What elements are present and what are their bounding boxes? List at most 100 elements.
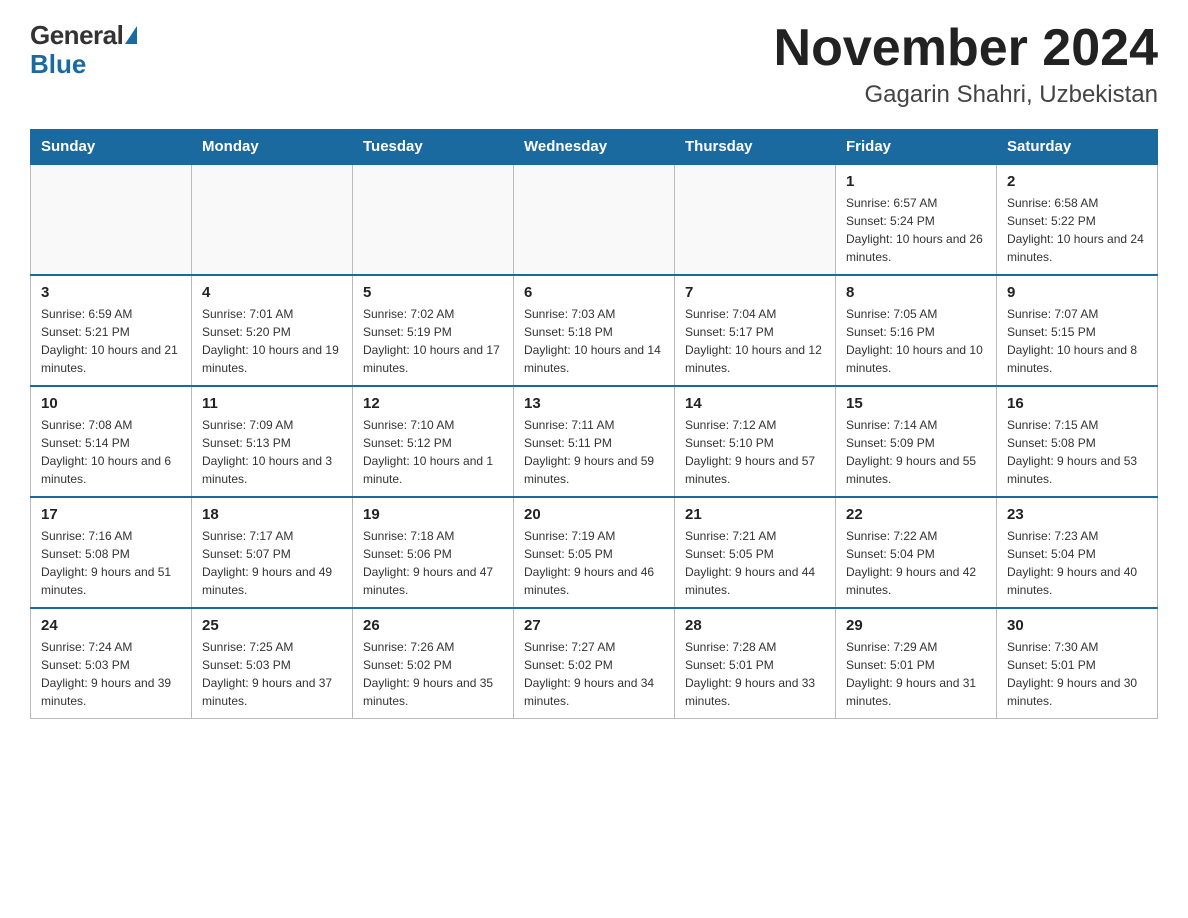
calendar-cell: 1 Sunrise: 6:57 AM Sunset: 5:24 PM Daylig…: [836, 164, 997, 275]
day-info: Sunrise: 7:05 AM Sunset: 5:16 PM Dayligh…: [846, 305, 986, 377]
calendar-cell: 18 Sunrise: 7:17 AM Sunset: 5:07 PM Dayli…: [192, 497, 353, 608]
calendar-cell: 7 Sunrise: 7:04 AM Sunset: 5:17 PM Daylig…: [675, 275, 836, 386]
calendar-cell: 23 Sunrise: 7:23 AM Sunset: 5:04 PM Dayli…: [997, 497, 1158, 608]
day-info: Sunrise: 7:19 AM Sunset: 5:05 PM Dayligh…: [524, 527, 664, 599]
day-number: 17: [41, 506, 181, 523]
calendar-week-row: 10 Sunrise: 7:08 AM Sunset: 5:14 PM Dayli…: [31, 386, 1158, 497]
day-info: Sunrise: 6:57 AM Sunset: 5:24 PM Dayligh…: [846, 194, 986, 266]
weekday-header-thursday: Thursday: [675, 130, 836, 165]
calendar-cell: 2Sunrise: 6:58 AM Sunset: 5:22 PM Daylig…: [997, 164, 1158, 275]
day-number: 16: [1007, 395, 1147, 412]
day-number: 10: [41, 395, 181, 412]
calendar-cell: 11 Sunrise: 7:09 AM Sunset: 5:13 PM Dayli…: [192, 386, 353, 497]
calendar-cell: 27Sunrise: 7:27 AM Sunset: 5:02 PM Dayli…: [514, 608, 675, 719]
calendar-cell: 28 Sunrise: 7:28 AM Sunset: 5:01 PM Dayli…: [675, 608, 836, 719]
calendar-week-row: 24Sunrise: 7:24 AM Sunset: 5:03 PM Dayli…: [31, 608, 1158, 719]
day-info: Sunrise: 7:29 AM Sunset: 5:01 PM Dayligh…: [846, 638, 986, 710]
day-number: 12: [363, 395, 503, 412]
day-info: Sunrise: 7:02 AM Sunset: 5:19 PM Dayligh…: [363, 305, 503, 377]
day-info: Sunrise: 7:03 AM Sunset: 5:18 PM Dayligh…: [524, 305, 664, 377]
calendar-cell: [31, 164, 192, 275]
weekday-header-friday: Friday: [836, 130, 997, 165]
calendar-week-row: 17 Sunrise: 7:16 AM Sunset: 5:08 PM Dayli…: [31, 497, 1158, 608]
day-info: Sunrise: 7:15 AM Sunset: 5:08 PM Dayligh…: [1007, 416, 1147, 488]
day-info: Sunrise: 7:21 AM Sunset: 5:05 PM Dayligh…: [685, 527, 825, 599]
day-info: Sunrise: 7:14 AM Sunset: 5:09 PM Dayligh…: [846, 416, 986, 488]
day-number: 25: [202, 617, 342, 634]
title-section: November 2024 Gagarin Shahri, Uzbekistan: [774, 20, 1158, 109]
calendar-table: SundayMondayTuesdayWednesdayThursdayFrid…: [30, 129, 1158, 719]
weekday-header-wednesday: Wednesday: [514, 130, 675, 165]
day-info: Sunrise: 7:30 AM Sunset: 5:01 PM Dayligh…: [1007, 638, 1147, 710]
day-info: Sunrise: 7:28 AM Sunset: 5:01 PM Dayligh…: [685, 638, 825, 710]
calendar-cell: 14Sunrise: 7:12 AM Sunset: 5:10 PM Dayli…: [675, 386, 836, 497]
calendar-cell: [192, 164, 353, 275]
weekday-header-tuesday: Tuesday: [353, 130, 514, 165]
calendar-cell: 19 Sunrise: 7:18 AM Sunset: 5:06 PM Dayli…: [353, 497, 514, 608]
day-number: 29: [846, 617, 986, 634]
calendar-week-row: 1 Sunrise: 6:57 AM Sunset: 5:24 PM Daylig…: [31, 164, 1158, 275]
day-info: Sunrise: 7:04 AM Sunset: 5:17 PM Dayligh…: [685, 305, 825, 377]
day-info: Sunrise: 7:24 AM Sunset: 5:03 PM Dayligh…: [41, 638, 181, 710]
day-number: 23: [1007, 506, 1147, 523]
day-number: 6: [524, 284, 664, 301]
calendar-week-row: 3 Sunrise: 6:59 AM Sunset: 5:21 PM Daylig…: [31, 275, 1158, 386]
day-number: 13: [524, 395, 664, 412]
day-info: Sunrise: 7:01 AM Sunset: 5:20 PM Dayligh…: [202, 305, 342, 377]
calendar-cell: 3 Sunrise: 6:59 AM Sunset: 5:21 PM Daylig…: [31, 275, 192, 386]
day-info: Sunrise: 7:09 AM Sunset: 5:13 PM Dayligh…: [202, 416, 342, 488]
calendar-cell: 4 Sunrise: 7:01 AM Sunset: 5:20 PM Daylig…: [192, 275, 353, 386]
day-info: Sunrise: 7:25 AM Sunset: 5:03 PM Dayligh…: [202, 638, 342, 710]
day-number: 22: [846, 506, 986, 523]
day-number: 3: [41, 284, 181, 301]
day-number: 19: [363, 506, 503, 523]
day-info: Sunrise: 7:08 AM Sunset: 5:14 PM Dayligh…: [41, 416, 181, 488]
weekday-header-row: SundayMondayTuesdayWednesdayThursdayFrid…: [31, 130, 1158, 165]
calendar-cell: 5 Sunrise: 7:02 AM Sunset: 5:19 PM Daylig…: [353, 275, 514, 386]
day-number: 2: [1007, 173, 1147, 190]
calendar-title: November 2024: [774, 20, 1158, 77]
calendar-cell: 26Sunrise: 7:26 AM Sunset: 5:02 PM Dayli…: [353, 608, 514, 719]
day-number: 7: [685, 284, 825, 301]
weekday-header-monday: Monday: [192, 130, 353, 165]
calendar-cell: 30 Sunrise: 7:30 AM Sunset: 5:01 PM Dayli…: [997, 608, 1158, 719]
calendar-cell: 21 Sunrise: 7:21 AM Sunset: 5:05 PM Dayli…: [675, 497, 836, 608]
calendar-cell: 25 Sunrise: 7:25 AM Sunset: 5:03 PM Dayli…: [192, 608, 353, 719]
calendar-cell: 8 Sunrise: 7:05 AM Sunset: 5:16 PM Daylig…: [836, 275, 997, 386]
day-info: Sunrise: 7:18 AM Sunset: 5:06 PM Dayligh…: [363, 527, 503, 599]
day-number: 5: [363, 284, 503, 301]
day-number: 15: [846, 395, 986, 412]
calendar-cell: 15 Sunrise: 7:14 AM Sunset: 5:09 PM Dayli…: [836, 386, 997, 497]
day-info: Sunrise: 7:22 AM Sunset: 5:04 PM Dayligh…: [846, 527, 986, 599]
day-number: 18: [202, 506, 342, 523]
day-number: 8: [846, 284, 986, 301]
calendar-cell: 24Sunrise: 7:24 AM Sunset: 5:03 PM Dayli…: [31, 608, 192, 719]
calendar-cell: 20 Sunrise: 7:19 AM Sunset: 5:05 PM Dayli…: [514, 497, 675, 608]
weekday-header-sunday: Sunday: [31, 130, 192, 165]
calendar-cell: 16 Sunrise: 7:15 AM Sunset: 5:08 PM Dayli…: [997, 386, 1158, 497]
day-number: 1: [846, 173, 986, 190]
calendar-cell: 29 Sunrise: 7:29 AM Sunset: 5:01 PM Dayli…: [836, 608, 997, 719]
day-info: Sunrise: 7:23 AM Sunset: 5:04 PM Dayligh…: [1007, 527, 1147, 599]
day-number: 14: [685, 395, 825, 412]
day-number: 21: [685, 506, 825, 523]
calendar-cell: 6 Sunrise: 7:03 AM Sunset: 5:18 PM Daylig…: [514, 275, 675, 386]
logo-triangle-icon: [125, 26, 137, 44]
day-info: Sunrise: 7:17 AM Sunset: 5:07 PM Dayligh…: [202, 527, 342, 599]
calendar-cell: 22 Sunrise: 7:22 AM Sunset: 5:04 PM Dayli…: [836, 497, 997, 608]
day-info: Sunrise: 6:59 AM Sunset: 5:21 PM Dayligh…: [41, 305, 181, 377]
day-info: Sunrise: 7:26 AM Sunset: 5:02 PM Dayligh…: [363, 638, 503, 710]
day-number: 30: [1007, 617, 1147, 634]
day-info: Sunrise: 7:16 AM Sunset: 5:08 PM Dayligh…: [41, 527, 181, 599]
day-number: 4: [202, 284, 342, 301]
calendar-cell: [675, 164, 836, 275]
day-number: 27: [524, 617, 664, 634]
day-number: 28: [685, 617, 825, 634]
weekday-header-saturday: Saturday: [997, 130, 1158, 165]
day-info: Sunrise: 7:10 AM Sunset: 5:12 PM Dayligh…: [363, 416, 503, 488]
day-number: 20: [524, 506, 664, 523]
day-number: 11: [202, 395, 342, 412]
day-number: 9: [1007, 284, 1147, 301]
page-header: General Blue November 2024 Gagarin Shahr…: [30, 20, 1158, 109]
logo: General Blue: [30, 20, 137, 77]
